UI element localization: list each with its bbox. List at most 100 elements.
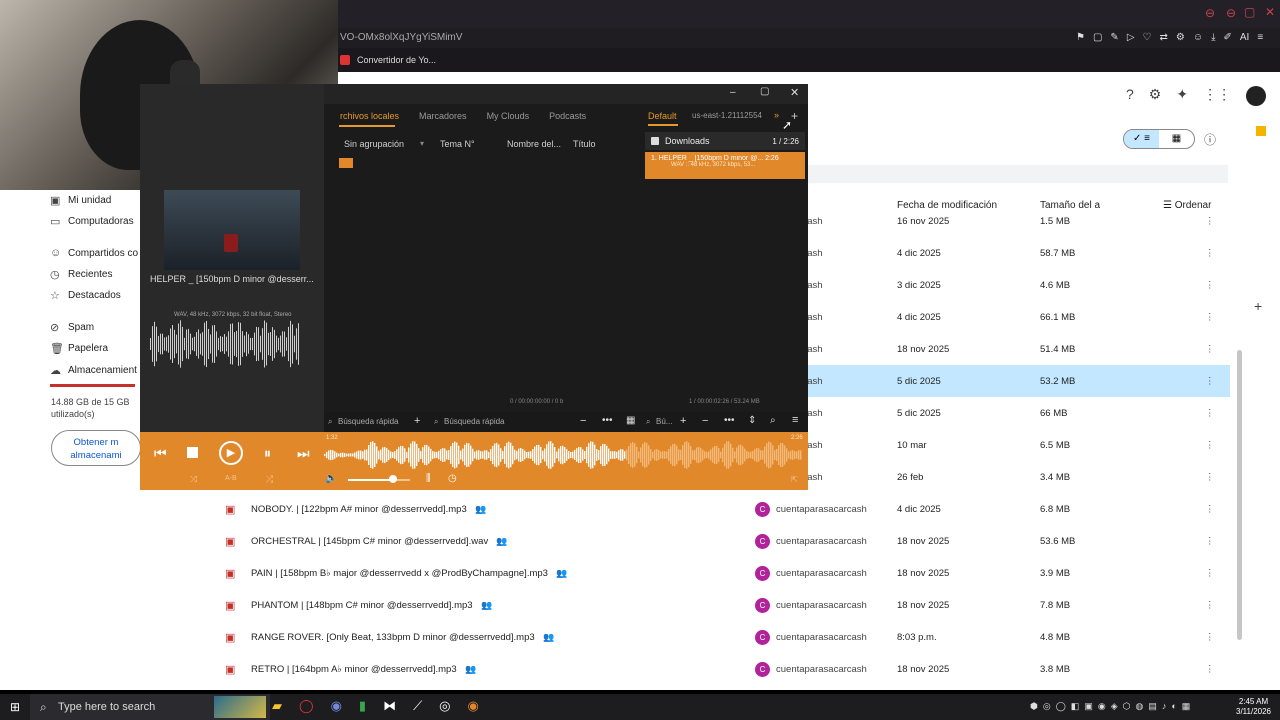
table-row[interactable]: aparasacarcash 4 dic 2025 66.1 MB ⋮ [755,301,1230,333]
add-icon[interactable]: + [1254,298,1262,314]
timer-icon[interactable]: ◷ [448,473,457,484]
more-icon[interactable]: ••• [724,415,735,426]
minus-icon[interactable]: − [580,415,586,427]
share-icon[interactable]: ⇄ [1159,32,1167,43]
sidebar-item-starred[interactable]: ☆ Destacados [50,285,121,305]
tray-icon[interactable]: ◐ [1171,701,1176,712]
document-icon[interactable]: ▮ [359,698,366,714]
volume-slider[interactable] [348,479,410,481]
table-row[interactable]: aparasacarcash 16 nov 2025 1.5 MB ⋮ [755,205,1230,237]
help-icon[interactable]: ? [1126,86,1134,106]
keep-icon[interactable] [1256,126,1266,136]
profile-icon[interactable]: ☺ [1193,32,1203,43]
bookmark-item[interactable]: Convertidor de Yo... [357,55,436,65]
checkbox-icon[interactable] [651,137,659,145]
table-row[interactable]: aparasacarcash 26 feb 3.4 MB ⋮ [755,461,1230,493]
taskbar-search[interactable]: ⌕ Type here to search [30,694,270,720]
table-row[interactable]: ▣ PAIN | [158bpm B♭ major @desserrvedd x… [210,557,1230,589]
tray-icon[interactable]: ▤ [1148,701,1157,712]
shuffle-icon[interactable]: ⤨ [190,474,197,485]
table-row[interactable]: aparasacarcash 5 dic 2025 53.2 MB ⋮ [755,365,1230,397]
pause-icon[interactable]: ⏸ [264,445,271,462]
tray-icon[interactable]: ⬢ [1030,701,1038,712]
view-toggle[interactable]: ✓ ≡ ▦ [1123,129,1195,149]
minimize-icon[interactable]: – [730,87,736,98]
more-icon[interactable]: ••• [602,415,613,426]
apps-icon[interactable]: ⋮⋮ [1203,86,1231,106]
close-icon[interactable]: ✕ [790,86,799,99]
discord-icon[interactable]: ◉ [331,698,342,714]
random-icon[interactable]: ⤮ [266,474,273,485]
volume-icon[interactable]: 🔈 [325,473,337,484]
more-options-icon[interactable]: ⋮ [1205,472,1215,483]
restore-icon[interactable]: ⊖ [1226,6,1236,20]
get-storage-button[interactable]: Obtener m almacenami [51,430,141,466]
tray-clock[interactable]: 2:45 AM 3/11/2026 [1236,697,1271,717]
sidebar-item-computers[interactable]: ▭ Computadoras [50,211,134,231]
play-icon[interactable]: ▷ [1127,32,1135,43]
play-icon[interactable]: ▶ [219,441,243,465]
tray-icon[interactable]: ◯ [1056,701,1066,712]
table-row[interactable]: aparasacarcash 10 mar 6.5 MB ⋮ [755,429,1230,461]
add-icon[interactable]: + [414,415,420,427]
volume-knob[interactable] [388,475,397,483]
capcut-icon[interactable]: ⧓ [383,698,396,714]
gemini-icon[interactable]: ✦ [1176,86,1188,106]
tab-my-clouds[interactable]: My Clouds [487,111,530,121]
grid-view-icon[interactable]: ▦ [1159,130,1194,148]
minimize-icon[interactable]: ⊖ [1205,6,1215,20]
table-row[interactable]: ▣ ORCHESTRAL | [145bpm C# minor @desserr… [210,525,1230,557]
col-file-name[interactable]: Nombre del... [507,139,561,149]
more-options-icon[interactable]: ⋮ [1205,376,1215,387]
sidebar-item-recent[interactable]: ◷ Recientes [50,264,112,284]
table-row[interactable]: ▣ NOBODY. | [122bpm A# minor @desserrved… [210,493,1230,525]
sidebar-item-my-drive[interactable]: ▣ Mi unidad [50,190,111,210]
pen-app-icon[interactable]: ⟋ [413,698,422,714]
scrollbar[interactable] [1237,350,1242,640]
tray-icon[interactable]: ⬡ [1123,701,1131,712]
minus-icon[interactable]: − [702,415,708,427]
more-options-icon[interactable]: ⋮ [1205,216,1215,227]
downloads-header[interactable]: Downloads 1 / 2:26 [645,132,805,150]
translate-icon[interactable]: ✎ [1110,32,1118,43]
chrome-icon[interactable]: ◎ [439,698,450,714]
ab-repeat-button[interactable]: A-B [225,475,237,482]
more-options-icon[interactable]: ⋮ [1205,504,1215,515]
tray-icon[interactable]: ◧ [1071,701,1080,712]
next-icon[interactable]: ⏭ [297,445,310,462]
maximize-icon[interactable]: ▢ [760,86,769,97]
grid-icon[interactable]: ▦ [626,415,635,426]
table-row[interactable]: aparasacarcash 5 dic 2025 66 MB ⋮ [755,397,1230,429]
tray-icon[interactable]: ◍ [1135,701,1143,712]
add-icon[interactable]: + [680,415,686,427]
search-icon[interactable]: ⌕ [770,415,776,426]
more-options-icon[interactable]: ⋮ [1205,600,1215,611]
playlist-tab-default[interactable]: Default [648,111,677,121]
pen-icon[interactable]: ✐ [1223,32,1231,43]
tray-icon[interactable]: ♪ [1162,701,1167,712]
table-row[interactable]: aparasacarcash 4 dic 2025 58.7 MB ⋮ [755,237,1230,269]
tray-icon[interactable]: ◈ [1111,701,1118,712]
col-track-number[interactable]: Tema N° [440,139,475,149]
more-options-icon[interactable]: ⋮ [1205,440,1215,451]
sort-icon[interactable]: ⇕ [748,415,756,426]
menu-icon[interactable]: ≡ [792,414,798,426]
group-selector[interactable]: Sin agrupación [344,139,404,149]
more-options-icon[interactable]: ⋮ [1205,664,1215,675]
list-view-icon[interactable]: ✓ ≡ [1124,130,1159,148]
tab-bookmarks[interactable]: Marcadores [419,111,467,121]
sidebar-item-spam[interactable]: ⊘ Spam [50,317,94,337]
gear-icon[interactable]: ⚙ [1149,86,1162,106]
info-icon[interactable]: ⓘ [1204,131,1216,148]
windows-start-icon[interactable]: ⊞ [10,700,20,714]
more-options-icon[interactable]: ⋮ [1205,344,1215,355]
tray-icon[interactable]: ▦ [1182,701,1191,712]
sidebar-item-trash[interactable]: 🗑 Papelera [50,338,108,358]
tab-local-files[interactable]: rchivos locales [340,111,399,121]
expand-icon[interactable]: ⇱ [791,475,798,484]
download-icon[interactable]: ⤓ [1211,32,1215,43]
more-tabs-icon[interactable]: » [774,110,779,120]
avatar[interactable] [1246,86,1267,106]
ai-icon[interactable]: AI [1240,32,1249,43]
tray-icon[interactable]: ◉ [1098,701,1106,712]
